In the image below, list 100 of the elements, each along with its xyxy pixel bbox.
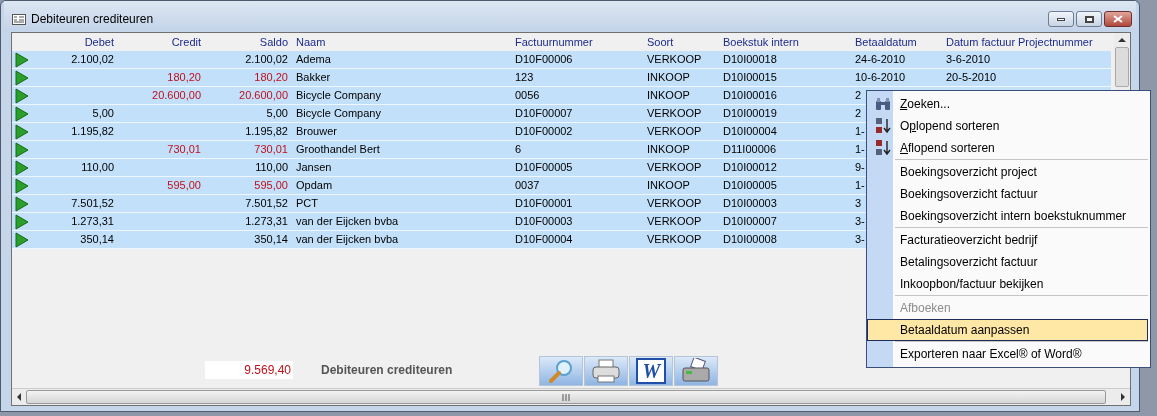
play-icon <box>15 69 29 86</box>
table-cell-text: 3- <box>855 214 865 230</box>
table-cell-text: Bakker <box>296 70 331 86</box>
table-cell-text: 7.501,52 <box>245 196 288 212</box>
table-cell-text: 5,00 <box>92 106 114 122</box>
column-header[interactable]: Saldo <box>259 33 288 51</box>
play-icon <box>15 141 29 158</box>
toolbar-button[interactable] <box>584 356 629 386</box>
column-header[interactable]: Factuurnummer <box>515 33 593 51</box>
table-cell-text: Adema <box>296 52 331 68</box>
table-cell-text: 3- <box>855 232 865 248</box>
column-header[interactable]: Boekstuk intern <box>723 33 799 51</box>
table-cell-text: D11I00006 <box>723 142 776 158</box>
table-row[interactable]: 2.100,02 2.100,02 Adema D10F00006 VERKOOP D10I00018 24-6-2010 3-6-2010 <box>12 51 1111 69</box>
table-cell-text: 595,00 <box>254 178 288 194</box>
table-cell-text: 1- <box>855 178 865 194</box>
footer-label: Debiteuren crediteuren <box>321 362 453 379</box>
sort-ascending-icon <box>874 117 892 135</box>
toolbar-button[interactable]: W <box>629 356 674 386</box>
printer-icon <box>590 358 623 384</box>
table-cell-text: D10I00007 <box>723 214 777 230</box>
table-cell-text: 595,00 <box>167 178 201 194</box>
table-cell-text: INKOOP <box>647 178 690 194</box>
table-cell-text: INKOOP <box>647 70 690 86</box>
table-cell-text: D10I00003 <box>723 196 777 212</box>
table-cell-text: 5,00 <box>266 106 288 122</box>
column-header[interactable]: Datum factuur <box>946 33 1016 51</box>
table-cell-text: D10F00005 <box>515 160 573 176</box>
sort-descending-icon <box>874 139 892 157</box>
table-cell-text: 1.273,31 <box>71 214 114 230</box>
table-cell-text: 2 <box>855 106 862 122</box>
word-logo-icon: W <box>636 358 667 384</box>
table-cell-text: D10I00019 <box>723 106 777 122</box>
table-cell-text: 20.600,00 <box>152 88 201 104</box>
play-icon <box>15 51 29 68</box>
scroll-thumb[interactable] <box>1115 47 1129 87</box>
table-cell-text: 2 <box>855 88 862 104</box>
horizontal-scrollbar[interactable] <box>12 388 1130 405</box>
column-header[interactable]: Debet <box>84 33 114 51</box>
table-cell-text: 10-6-2010 <box>855 70 906 86</box>
table-cell-text: 730,01 <box>254 142 288 158</box>
minimize-button[interactable] <box>1048 11 1074 27</box>
table-cell-text: 180,20 <box>254 70 288 86</box>
table-cell-text: 110,00 <box>81 160 114 176</box>
table-cell-text: 2.100,02 <box>245 52 288 68</box>
table-cell-text: 1.273,31 <box>245 214 288 230</box>
table-cell-text: 180,20 <box>167 70 201 86</box>
table-cell-text: Bicycle Company <box>296 88 381 104</box>
table-cell-text: 350,14 <box>80 232 114 248</box>
menu-item[interactable]: Betalingsoverzicht factuur <box>867 251 1148 273</box>
play-icon <box>15 195 29 212</box>
column-header[interactable]: Projectnummer <box>1018 33 1093 51</box>
table-cell-text: 730,01 <box>167 142 201 158</box>
table-cell-text: 2.100,02 <box>71 52 114 68</box>
table-cell-text: D10I00016 <box>723 88 777 104</box>
table-cell-text: D10F00003 <box>515 214 573 230</box>
table-cell-text: van der Eijcken bvba <box>296 214 399 230</box>
window-title: Debiteuren crediteuren <box>31 11 154 28</box>
menu-item[interactable]: Betaaldatum aanpassen <box>867 319 1148 341</box>
table-cell-text: VERKOOP <box>647 106 702 122</box>
table-cell-text: D10I00012 <box>723 160 777 176</box>
table-cell-text: 3 <box>855 196 862 212</box>
table-cell-text: 0037 <box>515 178 540 194</box>
restore-button[interactable] <box>1076 11 1102 27</box>
play-icon <box>15 213 29 230</box>
table-cell-text: D10F00006 <box>515 52 573 68</box>
form-icon <box>12 13 26 25</box>
menu-item[interactable]: Inkoopbon/factuur bekijken <box>867 273 1148 295</box>
table-cell-text: Brouwer <box>296 124 337 140</box>
table-cell-text: D10F00007 <box>515 106 573 122</box>
table-cell-text: D10F00001 <box>515 196 573 212</box>
column-header[interactable]: Soort <box>647 33 674 51</box>
play-icon <box>15 87 29 104</box>
table-cell-text: 1- <box>855 142 865 158</box>
table-cell-text: D10I00015 <box>723 70 777 86</box>
close-button[interactable] <box>1104 11 1132 27</box>
table-cell-text: D10I00004 <box>723 124 777 140</box>
table-row[interactable]: 180,20 180,20 Bakker 123 INKOOP D10I00015 10-6-2010 20-5-2010 <box>12 69 1111 87</box>
table-cell-text: D10I00005 <box>723 178 777 194</box>
column-header[interactable]: Naam <box>296 33 326 51</box>
toolbar-button[interactable] <box>674 356 719 386</box>
table-cell-text: Bicycle Company <box>296 106 381 122</box>
table-cell-text: 1.195,82 <box>245 124 288 140</box>
play-icon <box>15 105 29 122</box>
table-cell-text: VERKOOP <box>647 232 702 248</box>
table-cell-text: PCT <box>296 196 318 212</box>
table-cell-text: 9- <box>855 160 865 176</box>
table-cell-text: 24-6-2010 <box>855 52 906 68</box>
menu-item[interactable]: Exporteren naar Excel® of Word® <box>867 343 1148 365</box>
table-cell-text: 110,00 <box>255 160 288 176</box>
table-cell-text: 6 <box>515 142 522 158</box>
table-cell-text: 20-5-2010 <box>946 70 997 86</box>
table-cell-text: Opdam <box>296 178 333 194</box>
fax-machine-icon <box>680 358 713 384</box>
column-header[interactable]: Betaaldatum <box>855 33 917 51</box>
table-cell-text: van der Eijcken bvba <box>296 232 399 248</box>
table-cell-text: 3-6-2010 <box>946 52 991 68</box>
play-icon <box>15 231 29 248</box>
column-header[interactable]: Credit <box>171 33 201 51</box>
table-cell-text: 350,14 <box>254 232 288 248</box>
